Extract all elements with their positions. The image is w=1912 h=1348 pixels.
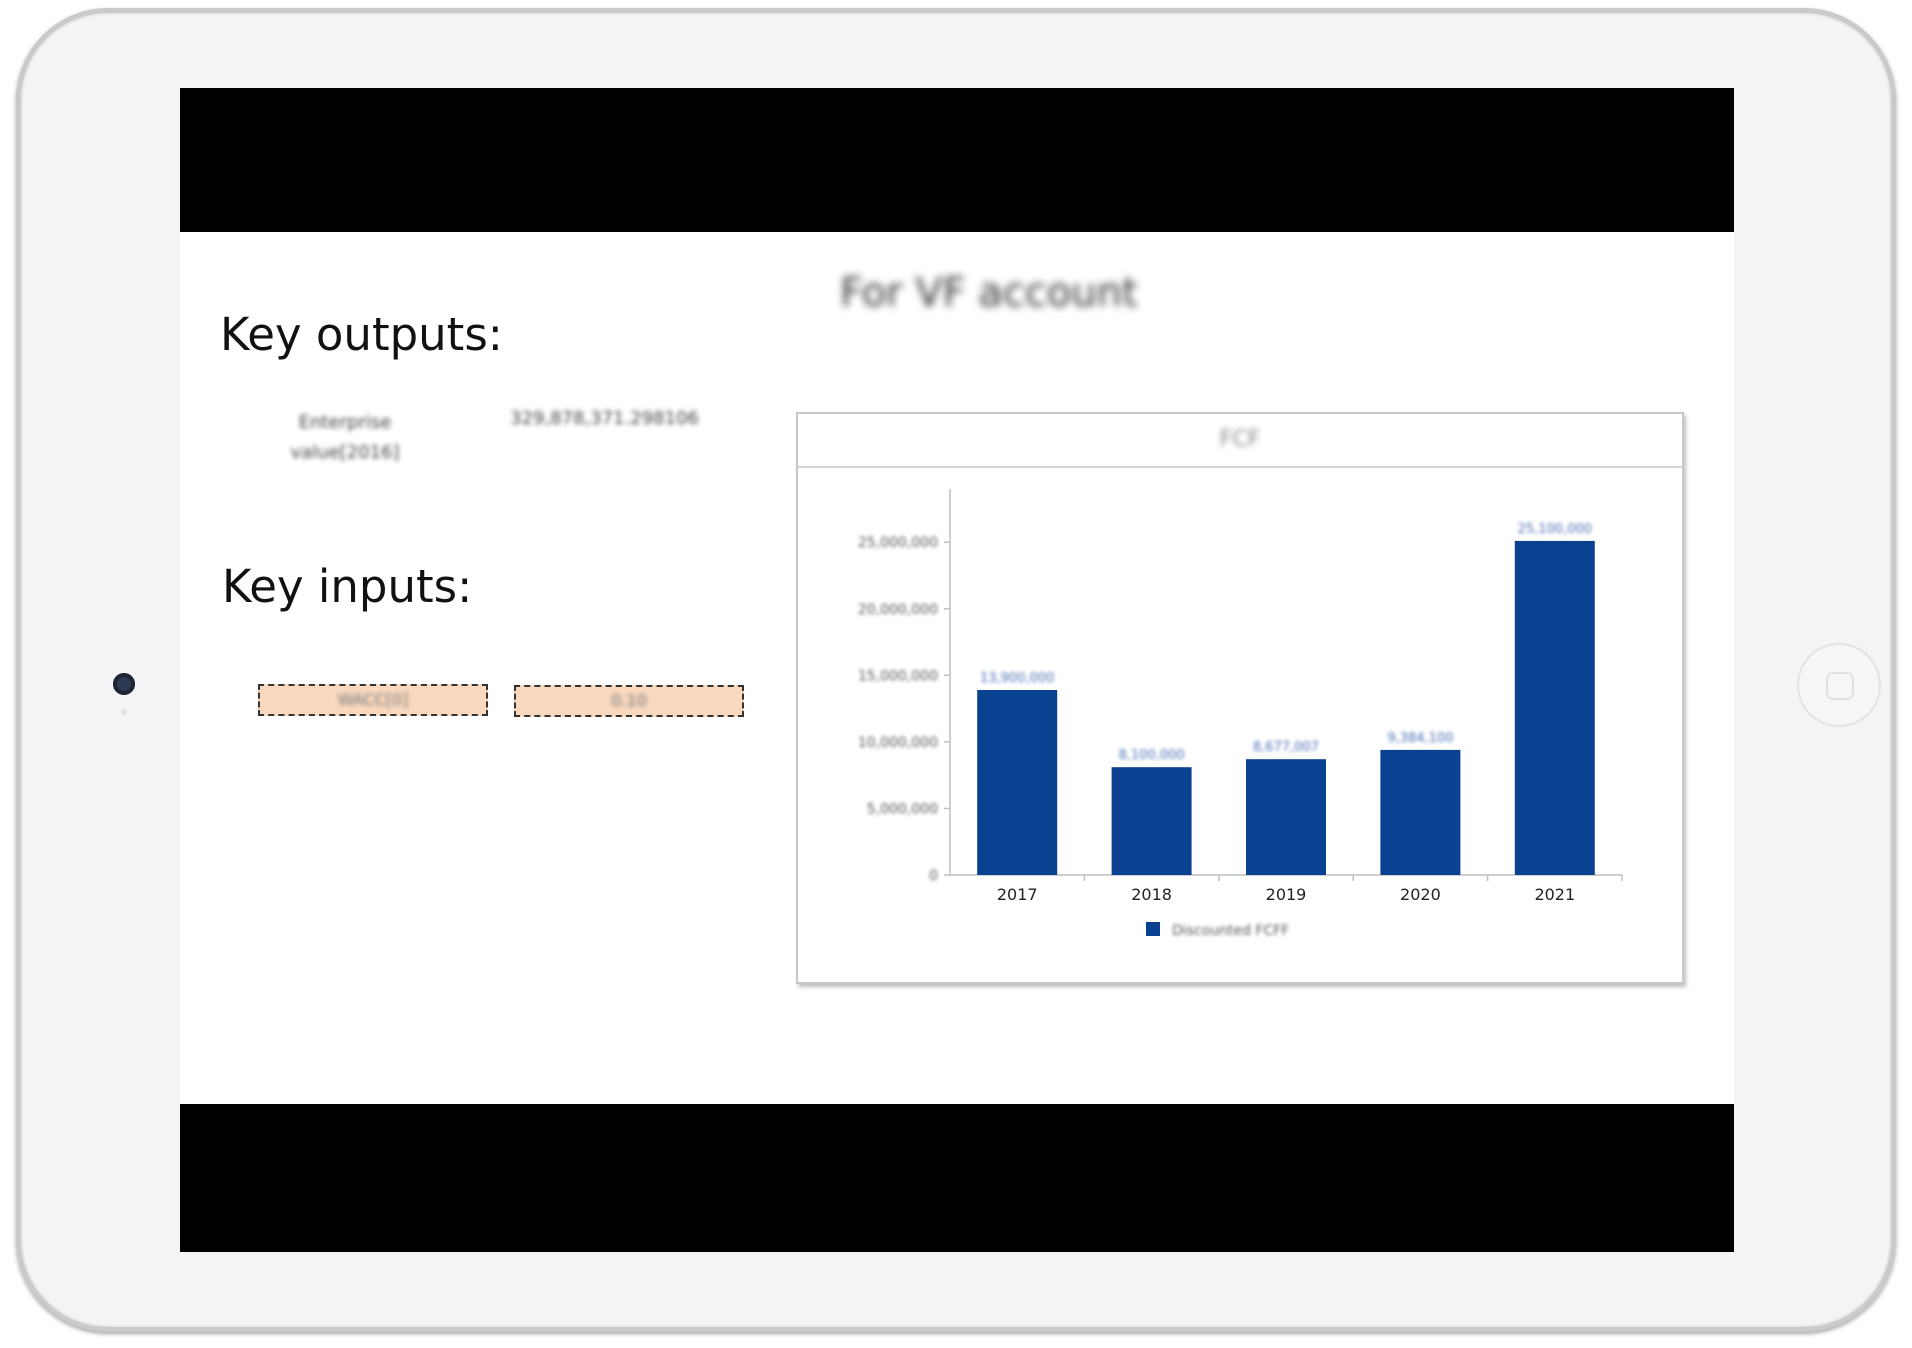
y-tick-label: 0 xyxy=(929,868,938,884)
home-square-icon xyxy=(1826,672,1854,700)
y-tick-label: 10,000,000 xyxy=(858,735,938,751)
x-tick-label: 2020 xyxy=(1400,885,1441,904)
y-tick-label: 20,000,000 xyxy=(858,602,938,618)
input-label-text: WACC[0] xyxy=(337,690,409,709)
x-tick-label: 2019 xyxy=(1266,885,1307,904)
legend-swatch xyxy=(1146,922,1160,936)
y-tick-label: 25,000,000 xyxy=(858,535,938,551)
bar xyxy=(1246,759,1326,875)
data-label: 8,100,000 xyxy=(1119,748,1185,763)
slide: For VF account Key outputs: Enterprise v… xyxy=(180,232,1734,1104)
data-label: 25,100,000 xyxy=(1518,522,1592,537)
bar-chart: 0 5,000,000 10,000,000 15,000,000 20,000,000… xyxy=(858,489,1623,939)
legend-label: Discounted FCFF xyxy=(1172,923,1289,939)
bar xyxy=(977,689,1058,875)
data-label: 9,384,100 xyxy=(1387,731,1453,746)
key-outputs-heading: Key outputs: xyxy=(220,308,503,361)
sensor-dot xyxy=(121,709,127,715)
y-tick-label: 15,000,000 xyxy=(858,668,938,684)
x-tick-label: 2017 xyxy=(997,885,1038,904)
input-label-box[interactable]: WACC[0] xyxy=(258,684,488,716)
output-label: Enterprise value[2016] xyxy=(290,412,400,463)
bar xyxy=(1111,767,1192,875)
home-button[interactable] xyxy=(1797,643,1881,727)
data-label: 8,677,007 xyxy=(1253,740,1319,755)
x-tick-label: 2018 xyxy=(1131,885,1172,904)
input-value-text: 0.10 xyxy=(611,691,647,710)
data-label: 13,900,000 xyxy=(980,671,1054,686)
key-inputs-heading: Key inputs: xyxy=(222,560,473,613)
x-tick-label: 2021 xyxy=(1534,885,1575,904)
screen: For VF account Key outputs: Enterprise v… xyxy=(180,88,1734,1252)
y-tick-label: 5,000,000 xyxy=(867,801,938,817)
input-value-box[interactable]: 0.10 xyxy=(514,685,744,717)
camera-icon xyxy=(113,673,135,695)
output-value: 329,878,371.298106 xyxy=(510,408,699,429)
bar xyxy=(1514,540,1595,875)
chart-panel: FCF 0 5,000,000 10,000,000 15,000,000 20,000… xyxy=(796,412,1684,984)
bar xyxy=(1380,749,1461,875)
slide-title: For VF account xyxy=(840,270,1138,316)
